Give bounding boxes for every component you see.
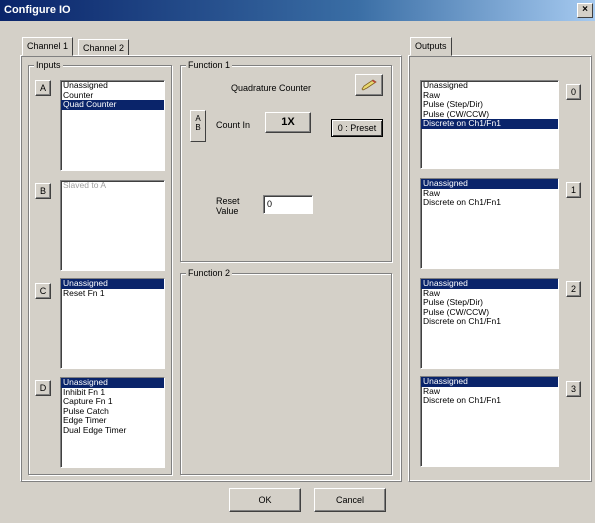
list-item[interactable]: Unassigned xyxy=(421,81,558,91)
ab-label-b: B xyxy=(195,123,201,132)
tab-outputs[interactable]: Outputs xyxy=(410,37,452,56)
list-item[interactable]: Discrete on Ch1/Fn1 xyxy=(421,395,558,406)
window-title: Configure IO xyxy=(4,4,71,16)
input-a-listbox[interactable]: Unassigned Counter Quad Counter xyxy=(60,80,165,171)
output-3-listbox[interactable]: Unassigned Raw Discrete on Ch1/Fn1 xyxy=(420,376,559,467)
function2-legend: Function 2 xyxy=(186,268,233,278)
list-item[interactable]: Quad Counter xyxy=(61,99,164,110)
function1-mode-label: Quadrature Counter xyxy=(231,83,312,93)
inputs-legend: Inputs xyxy=(34,60,63,70)
title-bar: Configure IO × xyxy=(0,0,595,21)
list-item[interactable]: Discrete on Ch1/Fn1 xyxy=(421,118,558,129)
output-2-button[interactable]: 2 xyxy=(566,281,581,297)
count-in-label: Count In xyxy=(216,120,251,130)
input-c-button[interactable]: C xyxy=(35,283,51,299)
input-d-listbox[interactable]: Unassigned Inhibit Fn 1 Capture Fn 1 Pulse … xyxy=(60,377,165,468)
list-item[interactable]: Discrete on Ch1/Fn1 xyxy=(421,316,558,327)
tab-channel-2[interactable]: Channel 2 xyxy=(78,39,130,56)
list-item[interactable]: Dual Edge Timer xyxy=(61,425,164,436)
list-item[interactable]: Unassigned xyxy=(421,179,558,189)
preset-button[interactable]: 0 : Preset xyxy=(331,119,383,137)
tab-channel-1[interactable]: Channel 1 xyxy=(22,37,74,56)
output-0-button[interactable]: 0 xyxy=(566,84,581,100)
cancel-button[interactable]: Cancel xyxy=(314,488,386,512)
list-item[interactable]: Unassigned xyxy=(421,279,558,289)
function2-group xyxy=(180,273,392,475)
count-in-button[interactable]: 1X xyxy=(265,112,311,133)
input-d-button[interactable]: D xyxy=(35,380,51,396)
ok-button[interactable]: OK xyxy=(229,488,301,512)
reset-value-input[interactable]: 0 xyxy=(263,195,313,214)
list-item[interactable]: Reset Fn 1 xyxy=(61,288,164,299)
input-c-listbox[interactable]: Unassigned Reset Fn 1 xyxy=(60,278,165,369)
edit-function-button[interactable] xyxy=(355,74,383,96)
reset-label-line2: Value xyxy=(216,206,239,216)
ab-indicator: A B xyxy=(190,110,206,142)
input-b-listbox: Slaved to A xyxy=(60,180,165,271)
output-1-listbox[interactable]: Unassigned Raw Discrete on Ch1/Fn1 xyxy=(420,178,559,269)
list-item[interactable]: Unassigned xyxy=(421,377,558,387)
ab-label-a: A xyxy=(195,114,201,123)
close-icon[interactable]: × xyxy=(577,3,593,18)
input-a-button[interactable]: A xyxy=(35,80,51,96)
output-3-button[interactable]: 3 xyxy=(566,381,581,397)
output-2-listbox[interactable]: Unassigned Raw Pulse (Step/Dir) Pulse (CW/C… xyxy=(420,278,559,369)
function1-legend: Function 1 xyxy=(186,60,233,70)
output-1-button[interactable]: 1 xyxy=(566,182,581,198)
list-item[interactable]: Discrete on Ch1/Fn1 xyxy=(421,197,558,208)
input-b-button[interactable]: B xyxy=(35,183,51,199)
output-0-listbox[interactable]: Unassigned Raw Pulse (Step/Dir) Pulse (CW/C… xyxy=(420,80,559,169)
reset-label-line1: Reset xyxy=(216,196,240,206)
pencil-icon xyxy=(361,79,377,91)
list-item: Slaved to A xyxy=(63,180,107,190)
